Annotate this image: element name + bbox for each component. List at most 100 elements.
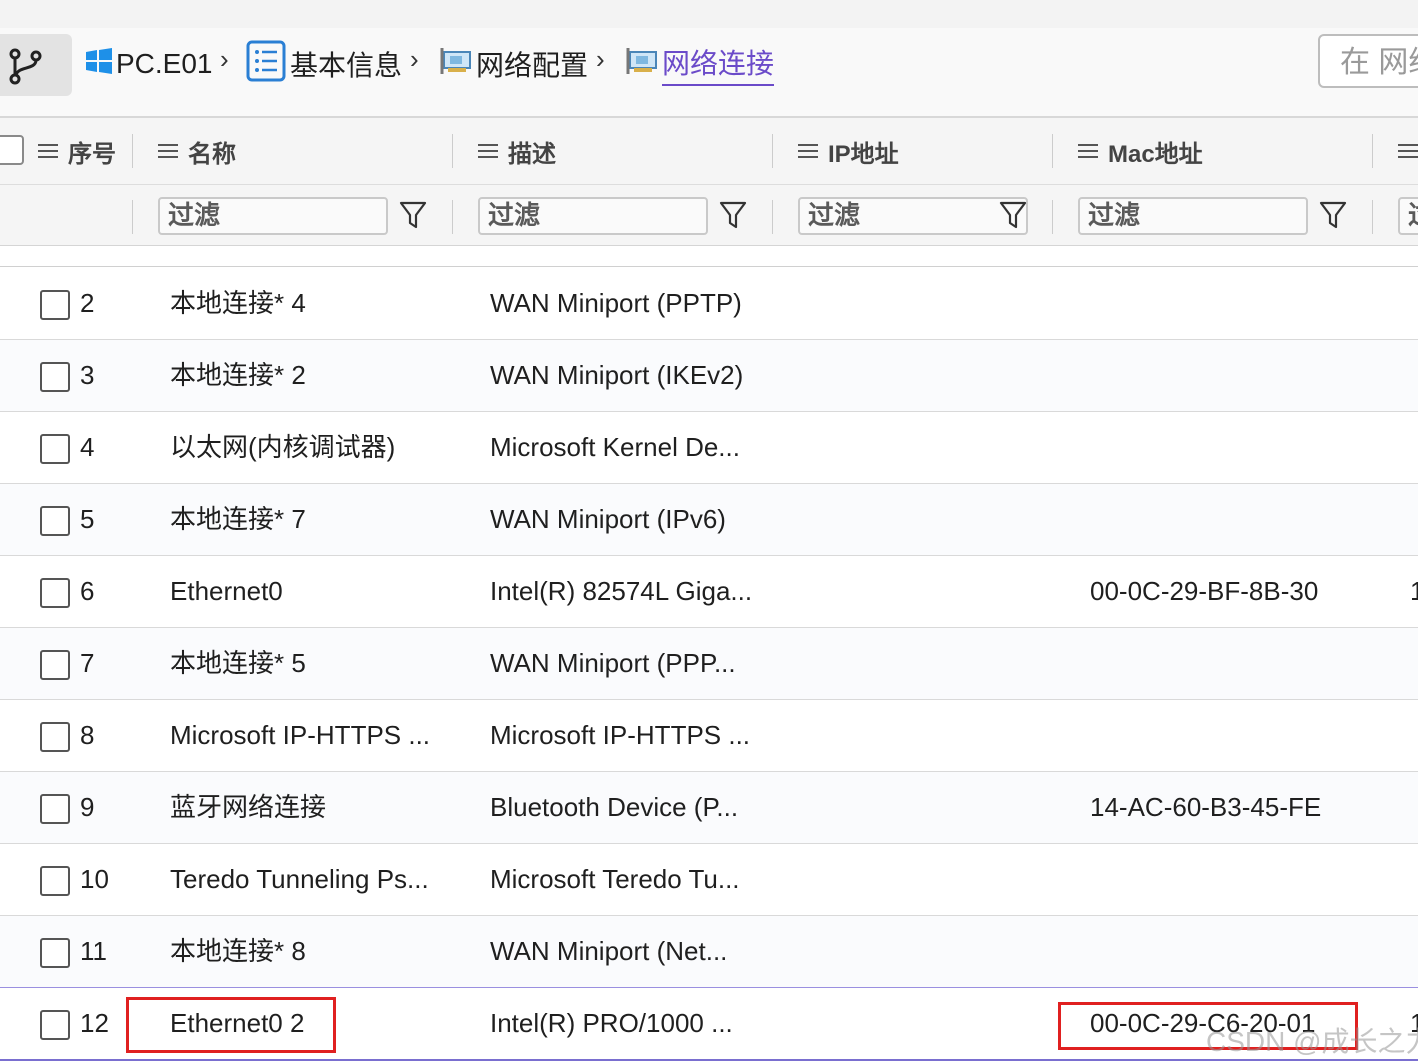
cell-no: 3 xyxy=(80,360,95,390)
column-divider xyxy=(1372,134,1373,168)
filter-input-more[interactable]: 过滤 xyxy=(1398,197,1418,235)
column-header-no[interactable]: 序号 xyxy=(38,118,116,184)
row-checkbox[interactable] xyxy=(40,794,70,824)
filter-row: 过滤 过滤 过滤 过滤 过滤 xyxy=(0,185,1418,246)
search-input[interactable]: 在 网络 xyxy=(1318,34,1418,88)
table-row[interactable]: 6 Ethernet0 Intel(R) 82574L Giga... 00-0… xyxy=(0,556,1418,628)
filter-icon[interactable] xyxy=(398,199,428,231)
row-checkbox[interactable] xyxy=(40,362,70,392)
row-checkbox[interactable] xyxy=(40,578,70,608)
column-divider xyxy=(132,134,133,168)
column-menu-icon xyxy=(158,140,178,162)
cell-name: 以太网(内核调试器) xyxy=(170,432,396,462)
column-menu-icon xyxy=(798,140,818,162)
cell-name: Ethernet0 xyxy=(170,576,283,606)
column-header-ip[interactable]: IP地址 xyxy=(798,118,899,184)
cell-description: Intel(R) PRO/1000 ... xyxy=(490,1008,733,1038)
table-row[interactable]: 11 本地连接* 8 WAN Miniport (Net... xyxy=(0,916,1418,987)
cell-description: WAN Miniport (Net... xyxy=(490,936,728,966)
cell-name: Teredo Tunneling Ps... xyxy=(170,864,429,894)
divider xyxy=(0,266,1418,267)
table-row[interactable]: 10 Teredo Tunneling Ps... Microsoft Tere… xyxy=(0,844,1418,916)
cell-description: WAN Miniport (IPv6) xyxy=(490,504,726,534)
breadcrumb-label: PC.E01 xyxy=(116,48,213,79)
breadcrumb-item-network-connections[interactable]: 网络连接 xyxy=(624,42,775,86)
column-divider xyxy=(1052,200,1053,234)
filter-icon[interactable] xyxy=(1318,199,1348,231)
column-header-mac[interactable]: Mac地址 xyxy=(1078,118,1203,184)
filter-input-name[interactable]: 过滤 xyxy=(158,197,388,235)
row-checkbox[interactable] xyxy=(40,506,70,536)
list-icon xyxy=(246,40,286,89)
table-row[interactable]: 9 蓝牙网络连接 Bluetooth Device (P... 14-AC-60… xyxy=(0,772,1418,844)
cell-no: 6 xyxy=(80,576,95,606)
column-divider xyxy=(772,134,773,168)
cell-description: Microsoft Kernel De... xyxy=(490,432,740,462)
column-menu-icon xyxy=(478,140,498,162)
breadcrumb-label: 基本信息 xyxy=(290,50,403,81)
cell-description: Microsoft Teredo Tu... xyxy=(490,864,740,894)
cell-description: WAN Miniport (PPP... xyxy=(490,648,736,678)
cell-description: Intel(R) 82574L Giga... xyxy=(490,576,753,606)
column-header-description[interactable]: 描述 xyxy=(478,118,556,184)
row-checkbox[interactable] xyxy=(40,290,70,320)
cell-no: 8 xyxy=(80,720,95,750)
filter-input-description[interactable]: 过滤 xyxy=(478,197,708,235)
row-checkbox[interactable] xyxy=(40,650,70,680)
column-divider xyxy=(452,134,453,168)
cell-no: 2 xyxy=(80,288,95,318)
cell-no: 4 xyxy=(80,432,95,462)
table-row[interactable]: 4 以太网(内核调试器) Microsoft Kernel De... xyxy=(0,412,1418,484)
table-row[interactable]: 2 本地连接* 4 WAN Miniport (PPTP) xyxy=(0,268,1418,340)
highlight-box-name xyxy=(126,997,336,1053)
select-all-checkbox[interactable] xyxy=(0,135,24,165)
git-branch-icon xyxy=(9,48,42,85)
cell-no: 11 xyxy=(80,936,107,966)
network-card-icon xyxy=(624,46,658,83)
filter-input-mac[interactable]: 过滤 xyxy=(1078,197,1308,235)
breadcrumb-label: 网络连接 xyxy=(662,42,775,86)
cell-no: 5 xyxy=(80,504,95,534)
column-divider xyxy=(1052,134,1053,168)
table-row[interactable]: 5 本地连接* 7 WAN Miniport (IPv6) xyxy=(0,484,1418,556)
filter-icon[interactable] xyxy=(718,199,748,231)
column-divider xyxy=(1372,200,1373,234)
cell-extra: 1 xyxy=(1410,576,1418,606)
column-header-more[interactable] xyxy=(1398,118,1418,184)
cell-description: WAN Miniport (IKEv2) xyxy=(490,360,744,390)
breadcrumb-item-basic-info[interactable]: 基本信息 xyxy=(246,40,403,89)
cell-name: 蓝牙网络连接 xyxy=(170,792,327,822)
cell-description: WAN Miniport (PPTP) xyxy=(490,288,742,318)
breadcrumb-toolbar: PC.E01 › 基本信息 › 网络配置 › 网络连接 在 网 xyxy=(0,28,1418,118)
cell-name: 本地连接* 8 xyxy=(170,936,306,966)
row-checkbox[interactable] xyxy=(40,866,70,896)
cell-mac: 14-AC-60-B3-45-FE xyxy=(1090,792,1322,822)
cell-name: 本地连接* 7 xyxy=(170,504,306,534)
row-checkbox[interactable] xyxy=(40,1010,70,1040)
table-row[interactable]: 7 本地连接* 5 WAN Miniport (PPP... xyxy=(0,628,1418,700)
cell-name: 本地连接* 2 xyxy=(170,360,306,390)
cell-name: 本地连接* 5 xyxy=(170,648,306,678)
breadcrumb-item-pc[interactable]: PC.E01 xyxy=(86,42,213,86)
cell-mac: 00-0C-29-BF-8B-30 xyxy=(1090,576,1319,606)
column-header-name[interactable]: 名称 xyxy=(158,118,236,184)
table-row[interactable]: 8 Microsoft IP-HTTPS ... Microsoft IP-HT… xyxy=(0,700,1418,772)
breadcrumb-item-network-config[interactable]: 网络配置 xyxy=(438,42,588,86)
cell-description: Bluetooth Device (P... xyxy=(490,792,739,822)
table-row[interactable]: 3 本地连接* 2 WAN Miniport (IKEv2) xyxy=(0,340,1418,412)
column-divider xyxy=(132,200,133,234)
column-menu-icon xyxy=(1398,140,1418,162)
row-checkbox[interactable] xyxy=(40,722,70,752)
row-checkbox[interactable] xyxy=(40,434,70,464)
branch-button[interactable] xyxy=(0,34,72,96)
top-strip xyxy=(0,0,1418,28)
column-menu-icon xyxy=(1078,140,1098,162)
row-checkbox[interactable] xyxy=(40,938,70,968)
filter-input-ip[interactable]: 过滤 xyxy=(798,197,1028,235)
column-divider xyxy=(452,200,453,234)
cell-no: 12 xyxy=(80,1008,109,1038)
breadcrumb-separator: › xyxy=(410,44,419,74)
filter-icon[interactable] xyxy=(998,199,1028,231)
breadcrumb-separator: › xyxy=(596,44,605,74)
column-menu-icon xyxy=(38,140,58,162)
